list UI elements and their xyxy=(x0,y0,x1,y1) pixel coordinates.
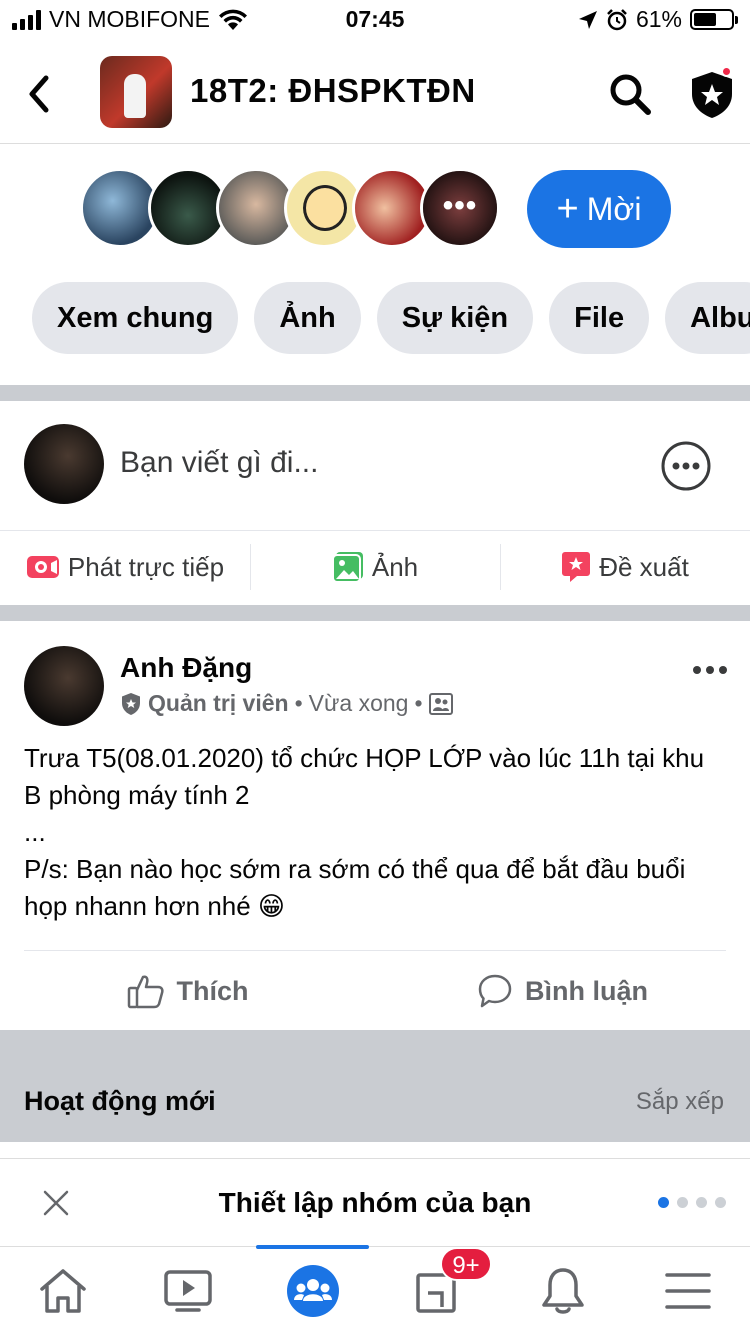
comment-label: Bình luận xyxy=(525,975,648,1006)
post-more-icon[interactable] xyxy=(690,660,730,680)
divider xyxy=(0,530,750,531)
section-divider xyxy=(0,385,750,401)
composer-actions: Phát trực tiếp Ảnh Đề xuất xyxy=(0,532,750,602)
post-meta: Quản trị viên • Vừa xong • xyxy=(120,690,453,717)
menu-icon xyxy=(664,1272,711,1309)
tab-events[interactable]: Sự kiện xyxy=(376,282,534,354)
battery-percent: 61% xyxy=(635,6,682,32)
search-icon[interactable] xyxy=(606,70,654,118)
like-label: Thích xyxy=(176,975,249,1006)
groups-icon xyxy=(286,1264,339,1317)
tab-groups[interactable] xyxy=(250,1247,375,1334)
alarm-icon xyxy=(607,8,627,30)
post-actions: Thích Bình luận xyxy=(0,952,750,1030)
activity-section: Hoạt động mới Sắp xếp xyxy=(0,1030,750,1142)
more-options-icon[interactable] xyxy=(660,440,712,492)
bottom-tab-bar: 9+ xyxy=(0,1245,750,1334)
meta-separator: • xyxy=(414,690,423,716)
notification-badge: 9+ xyxy=(440,1247,492,1281)
section-divider xyxy=(0,605,750,621)
admin-badge-icon xyxy=(122,692,140,715)
tab-albums[interactable]: Albu xyxy=(665,282,750,354)
comment-bubble-icon xyxy=(478,974,512,1008)
video-play-icon xyxy=(163,1269,212,1312)
member-avatar-more[interactable]: ••• xyxy=(420,168,500,248)
group-tabs: Xem chung Ảnh Sự kiện File Albu xyxy=(32,282,750,354)
thumbs-up-icon xyxy=(127,975,164,1009)
group-header: 18T2: ĐHSPKTĐN xyxy=(0,48,750,144)
tab-overview[interactable]: Xem chung xyxy=(32,282,239,354)
divider xyxy=(24,950,726,951)
notification-dot xyxy=(721,66,732,77)
setup-title[interactable]: Thiết lập nhóm của bạn xyxy=(0,1187,750,1219)
tab-photos[interactable]: Ảnh xyxy=(254,282,361,354)
live-video-button[interactable]: Phát trực tiếp xyxy=(0,532,250,602)
sort-button[interactable]: Sắp xếp xyxy=(636,1088,724,1116)
tab-notifications[interactable] xyxy=(500,1247,625,1334)
status-bar: VN MOBIFONE 07:45 61% xyxy=(0,0,750,40)
group-cover-thumbnail[interactable] xyxy=(100,56,172,128)
location-arrow-icon xyxy=(578,10,597,29)
activity-title: Hoạt động mới xyxy=(24,1086,216,1116)
tab-files[interactable]: File xyxy=(549,282,650,354)
post-body-text: Trưa T5(08.01.2020) tổ chức HỌP LỚP vào … xyxy=(24,743,705,921)
post-author-role: Quản trị viên xyxy=(148,690,289,716)
battery-icon xyxy=(690,9,738,30)
more-members-label: ••• xyxy=(423,171,497,245)
user-avatar[interactable] xyxy=(24,424,104,504)
post-author-name[interactable]: Anh Đặng xyxy=(120,652,252,684)
bell-icon xyxy=(541,1267,584,1314)
live-label: Phát trực tiếp xyxy=(67,551,225,582)
home-icon xyxy=(39,1268,86,1313)
member-avatars[interactable]: ••• xyxy=(80,168,500,248)
photo-icon xyxy=(331,552,363,583)
group-name[interactable]: 18T2: ĐHSPKTĐN xyxy=(190,72,476,110)
admin-tools-button[interactable] xyxy=(684,66,740,122)
pager-dots xyxy=(658,1197,726,1208)
status-right: 61% xyxy=(578,6,738,33)
group-audience-icon xyxy=(428,692,453,715)
shield-star-icon xyxy=(692,72,732,118)
post-timestamp[interactable]: Vừa xong xyxy=(309,690,409,717)
like-button[interactable]: Thích xyxy=(0,952,375,1030)
photo-button[interactable]: Ảnh xyxy=(250,532,500,602)
group-setup-banner[interactable]: Thiết lập nhóm của bạn xyxy=(0,1158,750,1246)
video-camera-icon xyxy=(26,556,59,578)
recommend-icon xyxy=(562,552,591,582)
tab-home[interactable] xyxy=(0,1247,125,1334)
composer-input[interactable]: Bạn viết gì đi... xyxy=(120,446,318,480)
plus-icon: + xyxy=(556,187,579,230)
recommend-button[interactable]: Đề xuất xyxy=(500,532,750,602)
tab-watch[interactable] xyxy=(125,1247,250,1334)
invite-label: Mời xyxy=(586,190,642,227)
back-button[interactable] xyxy=(20,70,60,118)
tab-menu[interactable] xyxy=(625,1247,750,1334)
comment-button[interactable]: Bình luận xyxy=(375,952,750,1030)
recommend-label: Đề xuất xyxy=(599,551,689,582)
meta-separator: • xyxy=(294,690,303,716)
invite-button[interactable]: + Mời xyxy=(527,170,671,248)
photo-label: Ảnh xyxy=(371,551,419,582)
post-author-avatar[interactable] xyxy=(24,646,104,726)
